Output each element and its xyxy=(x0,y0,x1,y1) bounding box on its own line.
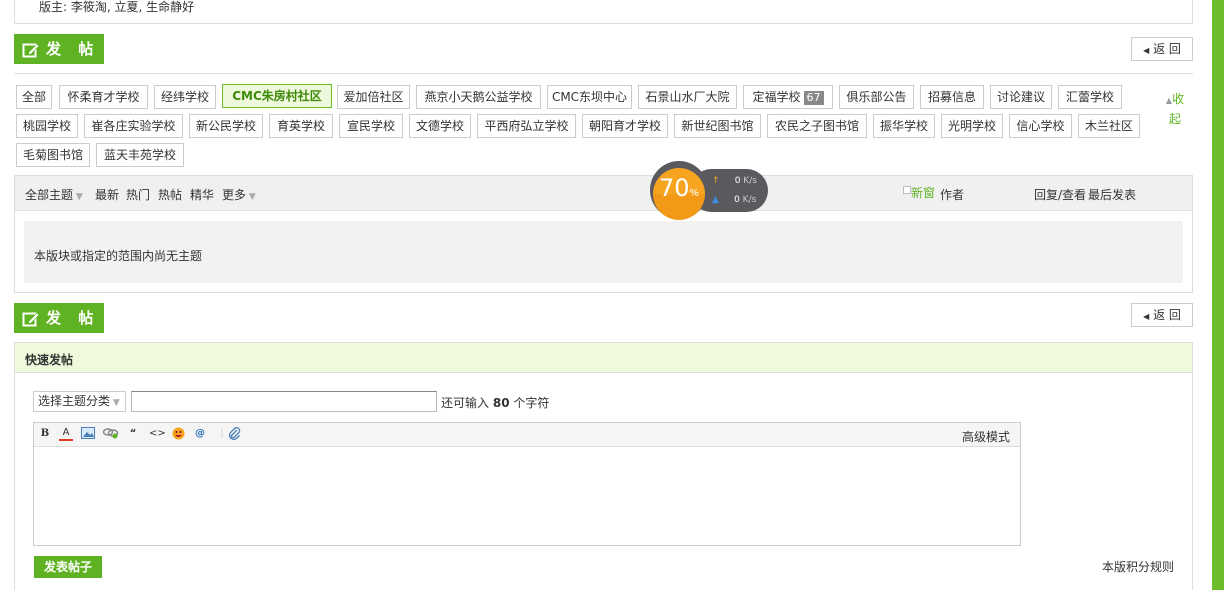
quick-post-title: 快速发帖 xyxy=(25,353,74,367)
forum-tag[interactable]: 平西府弘立学校 xyxy=(477,114,576,138)
back-button-bottom[interactable]: ◀ 返 回 xyxy=(1131,303,1193,327)
upload-arrow-icon: ↑ xyxy=(712,176,720,186)
collapse-tags-toggle[interactable]: ▲收 起 xyxy=(1160,90,1190,128)
moderators-box: 版主: 李筱淘, 立夏, 生命静好 xyxy=(14,0,1193,24)
forum-tag[interactable]: 俱乐部公告 xyxy=(839,85,914,109)
forum-tag[interactable]: 朝阳育才学校 xyxy=(582,114,668,138)
moderators-text: 版主: 李筱淘, 立夏, 生命静好 xyxy=(39,0,195,14)
thread-list-header: 全部主题 ▼ 最新 热门 热帖 精华 更多 ▼ 新窗 作者 回复/查看 最后发表 xyxy=(15,176,1192,211)
filter-all-threads[interactable]: 全部主题 ▼ xyxy=(25,186,83,203)
download-arrow-icon: ▲ xyxy=(712,195,719,205)
editor-toolbar: B A “ <> @ | 高级模式 xyxy=(34,423,1020,447)
forum-tag[interactable]: CMC东坝中心 xyxy=(547,85,632,109)
forum-tag[interactable]: 经纬学校 xyxy=(154,85,216,109)
back-label: 返 回 xyxy=(1153,308,1181,322)
download-speed: ▲ 0 K/s xyxy=(712,195,757,205)
attachment-icon[interactable] xyxy=(228,427,242,441)
forum-tag[interactable]: 新公民学校 xyxy=(189,114,263,138)
column-author: 作者 xyxy=(940,188,965,202)
edit-icon xyxy=(22,43,40,57)
filter-newest[interactable]: 最新 xyxy=(95,186,119,203)
quote-icon[interactable]: “ xyxy=(126,427,140,441)
points-rules-link[interactable]: 本版积分规则 xyxy=(1102,558,1174,575)
tag-count-badge: 67 xyxy=(803,91,824,105)
forum-tag[interactable]: 木兰社区 xyxy=(1078,114,1140,138)
forum-tag[interactable]: 爱加倍社区 xyxy=(337,85,410,109)
forum-tag[interactable]: 振华学校 xyxy=(873,114,935,138)
thread-list: 全部主题 ▼ 最新 热门 热帖 精华 更多 ▼ 新窗 作者 回复/查看 最后发表… xyxy=(14,175,1193,293)
font-color-icon[interactable]: A xyxy=(59,427,73,441)
subject-input[interactable] xyxy=(131,391,437,412)
dropdown-arrow-icon: ▼ xyxy=(246,192,256,202)
new-post-button-bottom[interactable]: 发 帖 xyxy=(14,303,104,333)
back-button-top[interactable]: ◀ 返 回 xyxy=(1131,37,1193,61)
forum-tag[interactable]: 全部 xyxy=(16,85,52,109)
forum-tag[interactable]: 燕京小天鹅公益学校 xyxy=(416,85,541,109)
forum-tag[interactable]: 定福学校 67 xyxy=(743,85,833,109)
speed-percent: 70% xyxy=(658,174,700,202)
forum-tag[interactable]: 信心学校 xyxy=(1009,114,1072,138)
forum-tag[interactable]: 讨论建议 xyxy=(990,85,1052,109)
dropdown-arrow-icon: ▼ xyxy=(73,192,83,202)
empty-message: 本版块或指定的范围内尚无主题 xyxy=(34,249,203,263)
forum-tag[interactable]: 汇蕾学校 xyxy=(1058,85,1122,109)
quick-post-header: 快速发帖 xyxy=(15,343,1192,373)
upload-speed: ↑ 0 K/s xyxy=(712,176,757,186)
toolbar-divider: | xyxy=(220,428,224,439)
divider xyxy=(14,73,1193,74)
mention-icon[interactable]: @ xyxy=(193,427,207,441)
forum-tag[interactable]: 农民之子图书馆 xyxy=(767,114,867,138)
forum-tag[interactable]: 桃园学校 xyxy=(16,114,78,138)
topic-category-select[interactable]: 选择主题分类 ▼ xyxy=(33,391,126,412)
back-label: 返 回 xyxy=(1153,42,1181,56)
forum-tag[interactable]: 育英学校 xyxy=(269,114,333,138)
forum-tag[interactable]: 光明学校 xyxy=(941,114,1003,138)
image-icon[interactable] xyxy=(81,427,95,441)
link-icon[interactable] xyxy=(102,427,119,441)
filter-hot-posts[interactable]: 热帖 xyxy=(158,186,182,203)
new-post-label: 发 帖 xyxy=(46,309,100,327)
forum-tag[interactable]: 崔各庄实验学校 xyxy=(84,114,183,138)
forum-tag[interactable]: 怀柔育才学校 xyxy=(59,85,148,109)
forum-tag-active[interactable]: CMC朱房村社区 xyxy=(222,84,332,108)
right-scroll-strip[interactable] xyxy=(1212,0,1224,590)
new-window-checkbox[interactable]: 新窗 xyxy=(903,184,935,201)
forum-tag[interactable]: 宣民学校 xyxy=(339,114,403,138)
code-icon[interactable]: <> xyxy=(149,427,166,441)
forum-tag[interactable]: 招募信息 xyxy=(920,85,984,109)
edit-icon xyxy=(22,312,40,326)
back-arrow-icon: ◀ xyxy=(1143,312,1150,321)
filter-digest[interactable]: 精华 xyxy=(190,186,214,203)
message-editor: B A “ <> @ | 高级模式 xyxy=(33,422,1021,546)
column-last-post: 最后发表 xyxy=(1088,188,1137,202)
forum-tag[interactable]: 毛菊图书馆 xyxy=(16,143,90,167)
empty-thread-row: 本版块或指定的范围内尚无主题 xyxy=(24,221,1183,283)
forum-tag[interactable]: 新世纪图书馆 xyxy=(674,114,761,138)
submit-post-button[interactable]: 发表帖子 xyxy=(34,556,102,578)
forum-tag[interactable]: 蓝天丰苑学校 xyxy=(96,143,184,167)
checkbox-icon xyxy=(903,186,911,194)
forum-tag[interactable]: 石景山水厂大院 xyxy=(638,85,737,109)
char-remaining: 还可输入 80 个字符 xyxy=(441,396,550,410)
forum-tag[interactable]: 文德学校 xyxy=(409,114,471,138)
smiley-icon[interactable] xyxy=(171,427,185,441)
new-post-button-top[interactable]: 发 帖 xyxy=(14,34,104,64)
bold-icon[interactable]: B xyxy=(38,427,52,441)
network-speed-widget[interactable]: 70% ↑ 0 K/s ▲ 0 K/s xyxy=(650,160,768,220)
filter-hot[interactable]: 热门 xyxy=(126,186,150,203)
message-textarea[interactable] xyxy=(34,447,1020,545)
filter-more[interactable]: 更多 ▼ xyxy=(222,186,256,203)
back-arrow-icon: ◀ xyxy=(1143,46,1150,55)
advanced-mode-link[interactable]: 高级模式 xyxy=(962,428,1010,445)
dropdown-arrow-icon: ▼ xyxy=(110,398,120,408)
new-post-label: 发 帖 xyxy=(46,40,100,58)
column-reply-view: 回复/查看 xyxy=(1034,188,1087,202)
